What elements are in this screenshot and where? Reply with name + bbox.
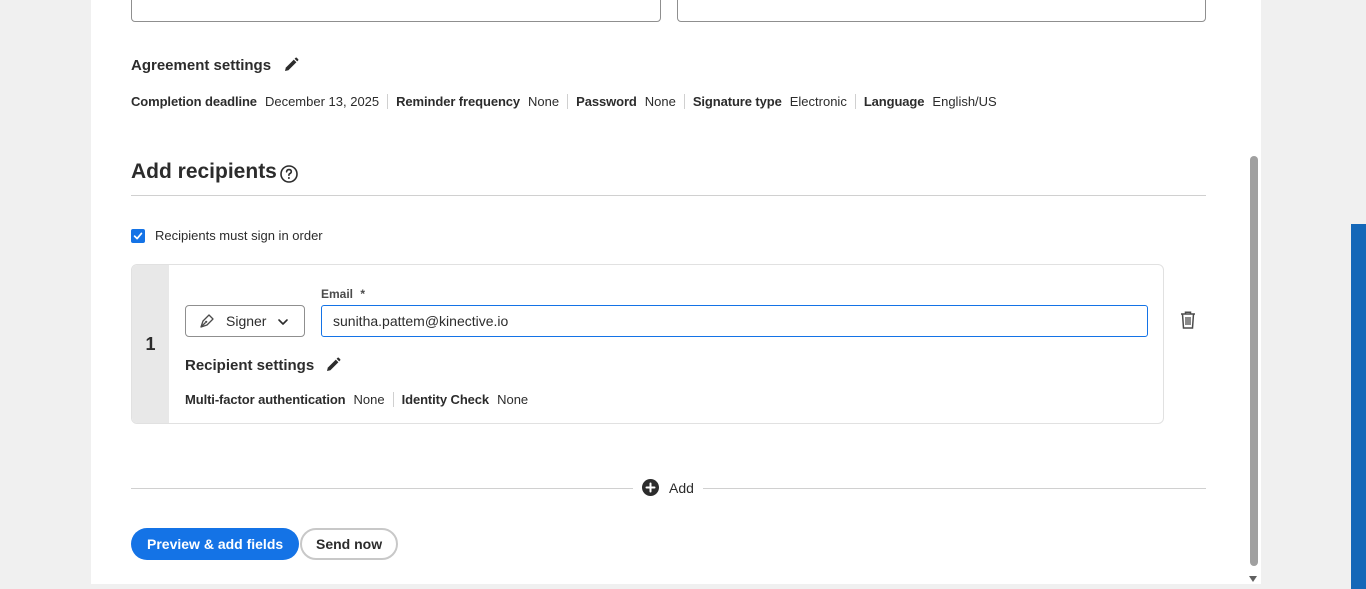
recipient-role-dropdown[interactable]: Signer: [185, 305, 305, 337]
add-recipients-title: Add recipients: [131, 160, 277, 183]
edit-recipient-settings-icon[interactable]: [324, 356, 342, 374]
recipient-card: 1 Signer Email * Recipient settings Mult…: [131, 264, 1164, 424]
recipient-settings-summary: Multi-factor authentication None Identit…: [185, 392, 536, 407]
email-field-label: Email *: [321, 287, 365, 301]
main-panel: Agreement settings Completion deadline D…: [91, 0, 1261, 584]
setting-value: None: [353, 392, 385, 407]
setting-value: None: [497, 392, 529, 407]
add-label: Add: [669, 479, 694, 496]
checkbox-checked-icon[interactable]: [131, 228, 145, 243]
setting-reminder-frequency: Reminder frequency None: [387, 93, 567, 109]
edit-agreement-settings-icon[interactable]: [282, 56, 300, 74]
delete-recipient-icon[interactable]: [1179, 310, 1197, 330]
top-left-field[interactable]: [131, 0, 661, 22]
setting-value: Electronic: [789, 93, 847, 109]
help-icon[interactable]: [279, 164, 299, 184]
setting-label: Identity Check: [401, 392, 490, 407]
chevron-down-icon: [276, 315, 290, 329]
signer-pen-icon: [198, 312, 216, 330]
recipient-order-number: 1: [132, 265, 169, 423]
setting-label: Multi-factor authentication: [185, 392, 346, 407]
recipient-email-input[interactable]: [321, 305, 1148, 337]
agreement-settings-summary: Completion deadline December 13, 2025 Re…: [131, 92, 1005, 110]
sign-in-order-checkbox[interactable]: Recipients must sign in order: [131, 228, 323, 243]
side-panel-edge[interactable]: [1351, 224, 1366, 589]
setting-value: None: [644, 93, 676, 109]
scrollbar-thumb[interactable]: [1250, 156, 1258, 566]
setting-label: Reminder frequency: [396, 93, 521, 109]
top-right-field[interactable]: [677, 0, 1206, 22]
setting-signature-type: Signature type Electronic: [683, 93, 855, 109]
setting-language: Language English/US: [854, 93, 1005, 109]
add-divider-left: [131, 488, 633, 489]
setting-label: Password: [576, 93, 637, 109]
email-label-text: Email: [321, 287, 354, 301]
setting-password: Password None: [567, 93, 684, 109]
scroll-down-arrow-icon[interactable]: [1248, 570, 1258, 582]
preview-add-fields-button[interactable]: Preview & add fields: [131, 528, 300, 560]
setting-value: December 13, 2025: [264, 93, 380, 109]
section-divider: [131, 195, 1206, 196]
setting-completion-deadline: Completion deadline December 13, 2025: [131, 94, 387, 109]
setting-label: Signature type: [692, 93, 782, 109]
add-recipient-button[interactable]: Add: [642, 479, 694, 496]
setting-value: None: [528, 93, 560, 109]
sign-in-order-label: Recipients must sign in order: [155, 228, 323, 243]
setting-identity-check: Identity Check None: [392, 392, 537, 407]
agreement-settings-title: Agreement settings: [131, 57, 272, 74]
setting-mfa: Multi-factor authentication None: [185, 392, 393, 407]
setting-label: Language: [863, 93, 925, 109]
send-now-button[interactable]: Send now: [300, 528, 399, 560]
setting-value: English/US: [932, 93, 997, 109]
required-mark: *: [360, 287, 366, 301]
setting-label: Completion deadline: [131, 93, 257, 109]
recipient-settings-title: Recipient settings: [185, 357, 315, 374]
plus-circle-icon: [642, 479, 659, 496]
recipient-role-value: Signer: [226, 313, 267, 329]
add-divider-right: [703, 488, 1206, 489]
